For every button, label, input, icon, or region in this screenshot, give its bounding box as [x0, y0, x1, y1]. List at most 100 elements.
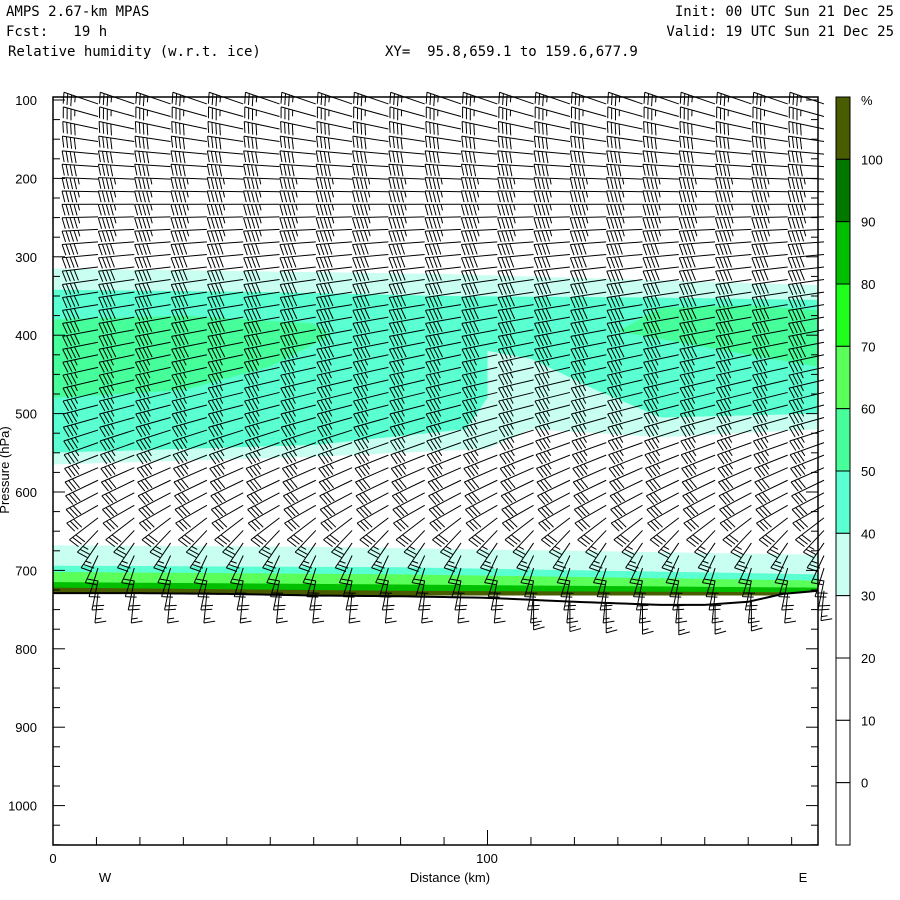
wind-barb	[460, 163, 498, 177]
wind-barb	[751, 203, 788, 216]
wind-barb	[643, 91, 679, 107]
wind-barb	[570, 135, 607, 150]
wind-barb	[643, 106, 679, 121]
wind-barb	[279, 150, 316, 164]
wind-barb	[497, 203, 534, 216]
wind-barb	[572, 454, 607, 478]
wind-barb	[170, 190, 207, 203]
wind-barb	[606, 203, 643, 216]
wind-barb	[751, 190, 788, 203]
wind-barb	[678, 266, 716, 282]
wind-barb	[61, 203, 99, 216]
wind-barb	[679, 106, 716, 121]
wind-barb	[644, 442, 679, 465]
wind-barb	[99, 91, 135, 107]
wind-barb	[279, 241, 316, 256]
wind-barb	[716, 91, 752, 107]
wind-barb	[569, 203, 607, 216]
wind-barb	[714, 163, 752, 177]
wind-barb	[715, 120, 752, 136]
colorbar-segment	[835, 470, 851, 534]
wind-barb	[461, 120, 498, 136]
wind-barb	[388, 228, 425, 243]
wind-barb	[751, 253, 788, 269]
wind-barb	[462, 106, 498, 121]
wind-barb	[752, 429, 788, 451]
wind-barb	[569, 190, 607, 203]
colorbar-label: 90	[861, 215, 875, 230]
wind-barb	[460, 203, 498, 216]
wind-barb	[753, 454, 788, 478]
wind-barb	[171, 91, 208, 107]
colorbar-segment	[835, 782, 851, 846]
y-tick-label: 800	[15, 642, 37, 657]
colorbar-segment	[835, 595, 851, 659]
wind-barb	[533, 203, 570, 216]
wind-barb	[678, 190, 716, 203]
west-label: W	[99, 870, 112, 885]
wind-barb	[569, 228, 607, 243]
wind-barb	[460, 190, 498, 203]
wind-barb	[424, 190, 462, 203]
wind-barb	[570, 120, 607, 136]
wind-barb	[323, 517, 353, 548]
wind-barb	[533, 253, 570, 269]
wind-barb	[134, 216, 171, 229]
wind-barb	[316, 106, 353, 121]
y-tick-label: 700	[15, 563, 37, 578]
colorbar-segment	[835, 408, 851, 472]
wind-barb	[424, 177, 462, 190]
wind-barb	[61, 190, 99, 203]
wind-barb	[645, 467, 680, 492]
y-tick-label: 300	[15, 250, 37, 265]
wind-barb	[388, 150, 425, 164]
wind-barb	[178, 517, 208, 548]
wind-barb	[789, 429, 825, 451]
wind-barb	[97, 203, 135, 216]
wind-barb	[751, 241, 788, 256]
wind-barb	[500, 467, 534, 492]
wind-barb	[499, 454, 534, 478]
wind-barb	[173, 467, 208, 492]
wind-barb	[170, 241, 207, 256]
wind-barb	[69, 517, 99, 548]
wind-barb	[751, 135, 788, 150]
wind-barb	[717, 454, 752, 478]
wind-barb	[316, 120, 353, 136]
wind-barb	[171, 120, 208, 136]
colorbar-label: 30	[861, 589, 875, 604]
colorbar-segment	[835, 158, 851, 223]
wind-barb	[569, 216, 607, 229]
wind-barb	[352, 241, 389, 256]
wind-barb	[571, 442, 607, 465]
x-tick-label-100: 100	[476, 851, 498, 866]
wind-barb	[214, 517, 244, 548]
wind-barb	[613, 517, 643, 548]
wind-barb	[497, 253, 534, 269]
wind-barb	[751, 150, 788, 164]
wind-barb	[606, 163, 643, 177]
wind-barb	[569, 253, 607, 269]
wind-barb	[280, 106, 316, 121]
colorbar-label: 60	[861, 402, 875, 417]
wind-barb	[97, 241, 135, 256]
wind-barb	[206, 241, 244, 256]
wind-barb	[279, 228, 316, 243]
wind-barb	[137, 467, 171, 492]
wind-barb	[352, 150, 389, 164]
wind-barb	[570, 106, 607, 121]
wind-barb	[389, 106, 425, 121]
wind-barb	[243, 253, 280, 269]
wind-barb	[97, 190, 135, 203]
wind-barb	[134, 241, 171, 256]
cross-section-figure: AMPS 2.67-km MPAS Fcst: 19 h Relative hu…	[0, 0, 900, 900]
wind-barb	[766, 530, 789, 559]
wind-barb	[751, 228, 788, 243]
plot-svg: 0 100 W E Distance (km) Pressure (hPa) 1…	[0, 91, 883, 885]
colorbar-label: 0	[861, 776, 868, 791]
wind-barb	[61, 163, 99, 177]
wind-barb	[534, 106, 571, 121]
east-label: E	[799, 870, 808, 885]
wind-barb	[533, 241, 570, 256]
wind-barb	[351, 228, 389, 243]
